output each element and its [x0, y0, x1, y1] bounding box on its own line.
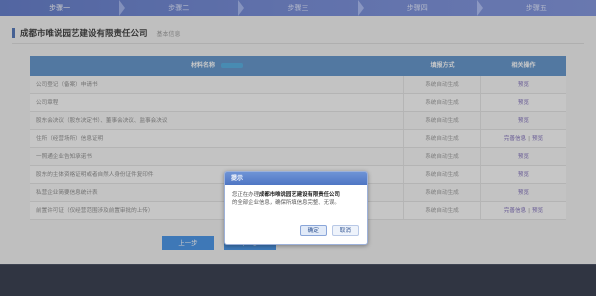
page-footer	[0, 264, 596, 296]
dialog-title: 提示	[225, 172, 367, 185]
confirm-dialog: 提示 您正在办理成都市唯说园艺建设有限责任公司 的全部企业信息，确保所填信息完整…	[224, 171, 368, 245]
dialog-ok-button[interactable]: 确定	[299, 225, 327, 236]
dialog-message-prefix: 您正在办理	[232, 192, 259, 198]
dialog-message-line2: 的全部企业信息，确保所填信息完整、无误。	[232, 200, 340, 206]
dialog-company-name: 成都市唯说园艺建设有限责任公司	[258, 192, 340, 198]
dialog-cancel-button[interactable]: 取消	[331, 225, 359, 236]
dialog-message: 您正在办理成都市唯说园艺建设有限责任公司 的全部企业信息，确保所填信息完整、无误…	[225, 185, 367, 207]
dialog-buttons: 确定 取消	[299, 225, 359, 236]
